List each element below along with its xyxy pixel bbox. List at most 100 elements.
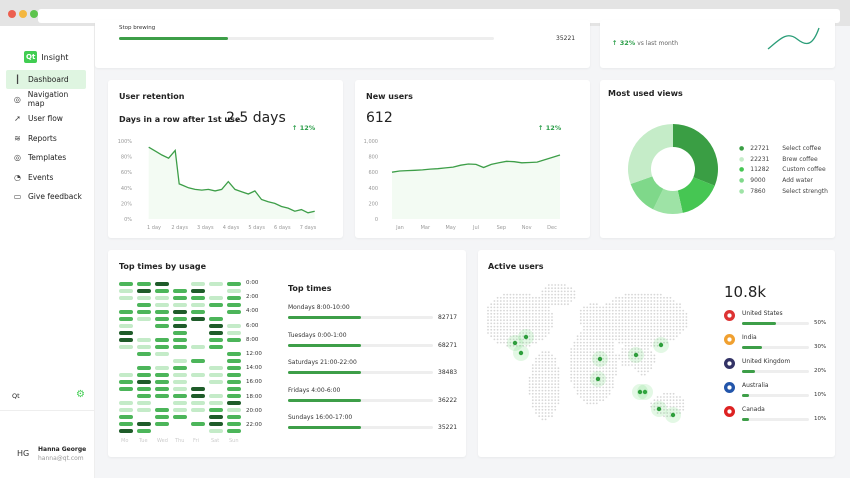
heatmap-cell[interactable] [137,422,151,426]
sidebar-item-give-feedback[interactable]: ▭ Give feedback [6,187,86,206]
heatmap-cell[interactable] [227,401,241,405]
heatmap-cell[interactable] [119,289,133,293]
heatmap-cell[interactable] [191,310,205,314]
heatmap-cell[interactable] [191,408,205,412]
heatmap-cell[interactable] [173,303,187,307]
heatmap-cell[interactable] [173,310,187,314]
heatmap-cell[interactable] [227,366,241,370]
heatmap-cell[interactable] [191,373,205,377]
activity-marker[interactable] [637,389,643,395]
heatmap-cell[interactable] [137,296,151,300]
heatmap-cell[interactable] [137,380,151,384]
heatmap-cell[interactable] [209,303,223,307]
heatmap-cell[interactable] [119,401,133,405]
heatmap-cell[interactable] [155,310,169,314]
sidebar-item-navigation-map[interactable]: ◎ Navigation map [6,90,86,109]
heatmap-cell[interactable] [227,303,241,307]
activity-marker[interactable] [595,376,601,382]
maximize-dot[interactable] [30,10,38,18]
heatmap-cell[interactable] [173,380,187,384]
heatmap-cell[interactable] [227,422,241,426]
heatmap-cell[interactable] [227,352,241,356]
heatmap-cell[interactable] [155,415,169,419]
heatmap-cell[interactable] [119,429,133,433]
heatmap-cell[interactable] [155,303,169,307]
heatmap-cell[interactable] [155,352,169,356]
heatmap-cell[interactable] [209,394,223,398]
heatmap-cell[interactable] [119,408,133,412]
heatmap-cell[interactable] [155,296,169,300]
world-map[interactable] [483,275,703,455]
heatmap-cell[interactable] [209,338,223,342]
minimize-dot[interactable] [19,10,27,18]
heatmap-cell[interactable] [209,317,223,321]
heatmap-cell[interactable] [191,401,205,405]
heatmap-cell[interactable] [137,401,151,405]
heatmap-cell[interactable] [137,310,151,314]
close-dot[interactable] [8,10,16,18]
heatmap-cell[interactable] [173,331,187,335]
heatmap-cell[interactable] [209,282,223,286]
heatmap-cell[interactable] [155,408,169,412]
heatmap-cell[interactable] [209,401,223,405]
heatmap-cell[interactable] [191,345,205,349]
donut-slice-select-coffee[interactable] [673,124,718,186]
heatmap-cell[interactable] [173,296,187,300]
heatmap-cell[interactable] [119,345,133,349]
heatmap-cell[interactable] [119,324,133,328]
heatmap-cell[interactable] [173,415,187,419]
heatmap-cell[interactable] [227,415,241,419]
heatmap-cell[interactable] [155,366,169,370]
heatmap-cell[interactable] [209,408,223,412]
heatmap-cell[interactable] [155,422,169,426]
heatmap-cell[interactable] [191,282,205,286]
activity-marker[interactable] [523,334,529,340]
heatmap-cell[interactable] [173,387,187,391]
heatmap-cell[interactable] [173,289,187,293]
settings-icon[interactable]: ⚙ [76,389,85,400]
heatmap-cell[interactable] [119,282,133,286]
heatmap-cell[interactable] [173,345,187,349]
heatmap-cell[interactable] [227,359,241,363]
heatmap-cell[interactable] [155,394,169,398]
heatmap-cell[interactable] [119,387,133,391]
heatmap-cell[interactable] [119,331,133,335]
sidebar-item-user-flow[interactable]: ➚ User flow [6,109,86,128]
heatmap-cell[interactable] [173,359,187,363]
heatmap-cell[interactable] [173,366,187,370]
heatmap-cell[interactable] [227,289,241,293]
heatmap-cell[interactable] [227,394,241,398]
activity-marker[interactable] [670,412,676,418]
heatmap-cell[interactable] [119,422,133,426]
heatmap-cell[interactable] [119,296,133,300]
heatmap-cell[interactable] [119,338,133,342]
heatmap-cell[interactable] [227,296,241,300]
heatmap-cell[interactable] [191,317,205,321]
heatmap-cell[interactable] [155,387,169,391]
heatmap-cell[interactable] [191,394,205,398]
heatmap-cell[interactable] [191,289,205,293]
heatmap-cell[interactable] [209,422,223,426]
heatmap-cell[interactable] [173,317,187,321]
heatmap-cell[interactable] [119,380,133,384]
activity-marker[interactable] [597,356,603,362]
heatmap-cell[interactable] [191,422,205,426]
heatmap-cell[interactable] [209,345,223,349]
heatmap-cell[interactable] [137,282,151,286]
heatmap-cell[interactable] [209,296,223,300]
heatmap-cell[interactable] [191,359,205,363]
heatmap-cell[interactable] [119,373,133,377]
heatmap-cell[interactable] [137,303,151,307]
heatmap-cell[interactable] [209,373,223,377]
sidebar-item-events[interactable]: ◔ Events [6,168,86,187]
heatmap-cell[interactable] [137,429,151,433]
heatmap-cell[interactable] [119,310,133,314]
heatmap-cell[interactable] [227,408,241,412]
heatmap-cell[interactable] [137,338,151,342]
heatmap-cell[interactable] [155,324,169,328]
heatmap-cell[interactable] [137,352,151,356]
activity-marker[interactable] [512,340,518,346]
activity-marker[interactable] [658,342,664,348]
heatmap-cell[interactable] [209,415,223,419]
heatmap-cell[interactable] [173,373,187,377]
